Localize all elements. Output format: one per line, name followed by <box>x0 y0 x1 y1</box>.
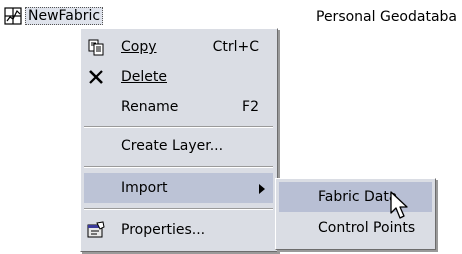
delete-x-icon <box>89 70 103 84</box>
menu-item-label: Copy <box>121 39 157 55</box>
menu-item-rename[interactable]: Rename F2 <box>84 92 273 122</box>
menu-item-label: Rename <box>121 99 179 115</box>
context-menu: Copy Ctrl+C Delete Rename F2 Create Laye… <box>80 28 278 252</box>
fabric-icon <box>4 7 22 25</box>
menu-item-label: Properties... <box>121 222 206 238</box>
menu-item-label: Import <box>121 180 168 196</box>
menu-item-copy[interactable]: Copy Ctrl+C <box>84 32 273 62</box>
menu-item-accel: F2 <box>242 99 259 115</box>
submenu-arrow-icon <box>259 184 265 194</box>
menu-separator <box>84 208 273 210</box>
mouse-pointer-icon <box>390 191 408 219</box>
properties-icon <box>87 221 105 238</box>
menu-item-label: Delete <box>121 69 167 85</box>
submenu-item-label: Control Points <box>318 220 416 236</box>
copy-icon <box>88 39 104 56</box>
import-submenu: Fabric Data Control Points <box>275 178 436 250</box>
menu-item-delete[interactable]: Delete <box>84 62 273 92</box>
menu-item-import[interactable]: Import <box>84 173 273 203</box>
menu-item-accel: Ctrl+C <box>212 39 259 55</box>
type-column-value: Personal Geodataba <box>316 9 457 25</box>
menu-item-create-layer[interactable]: Create Layer... <box>84 131 273 161</box>
tree-item-label: NewFabric <box>25 7 104 25</box>
menu-separator <box>84 166 273 168</box>
menu-item-label: Create Layer... <box>121 138 224 154</box>
menu-item-properties[interactable]: Properties... <box>84 215 273 245</box>
tree-item-newfabric[interactable]: NewFabric <box>4 6 104 26</box>
menu-separator <box>84 126 273 128</box>
submenu-item-label: Fabric Data <box>318 189 398 205</box>
